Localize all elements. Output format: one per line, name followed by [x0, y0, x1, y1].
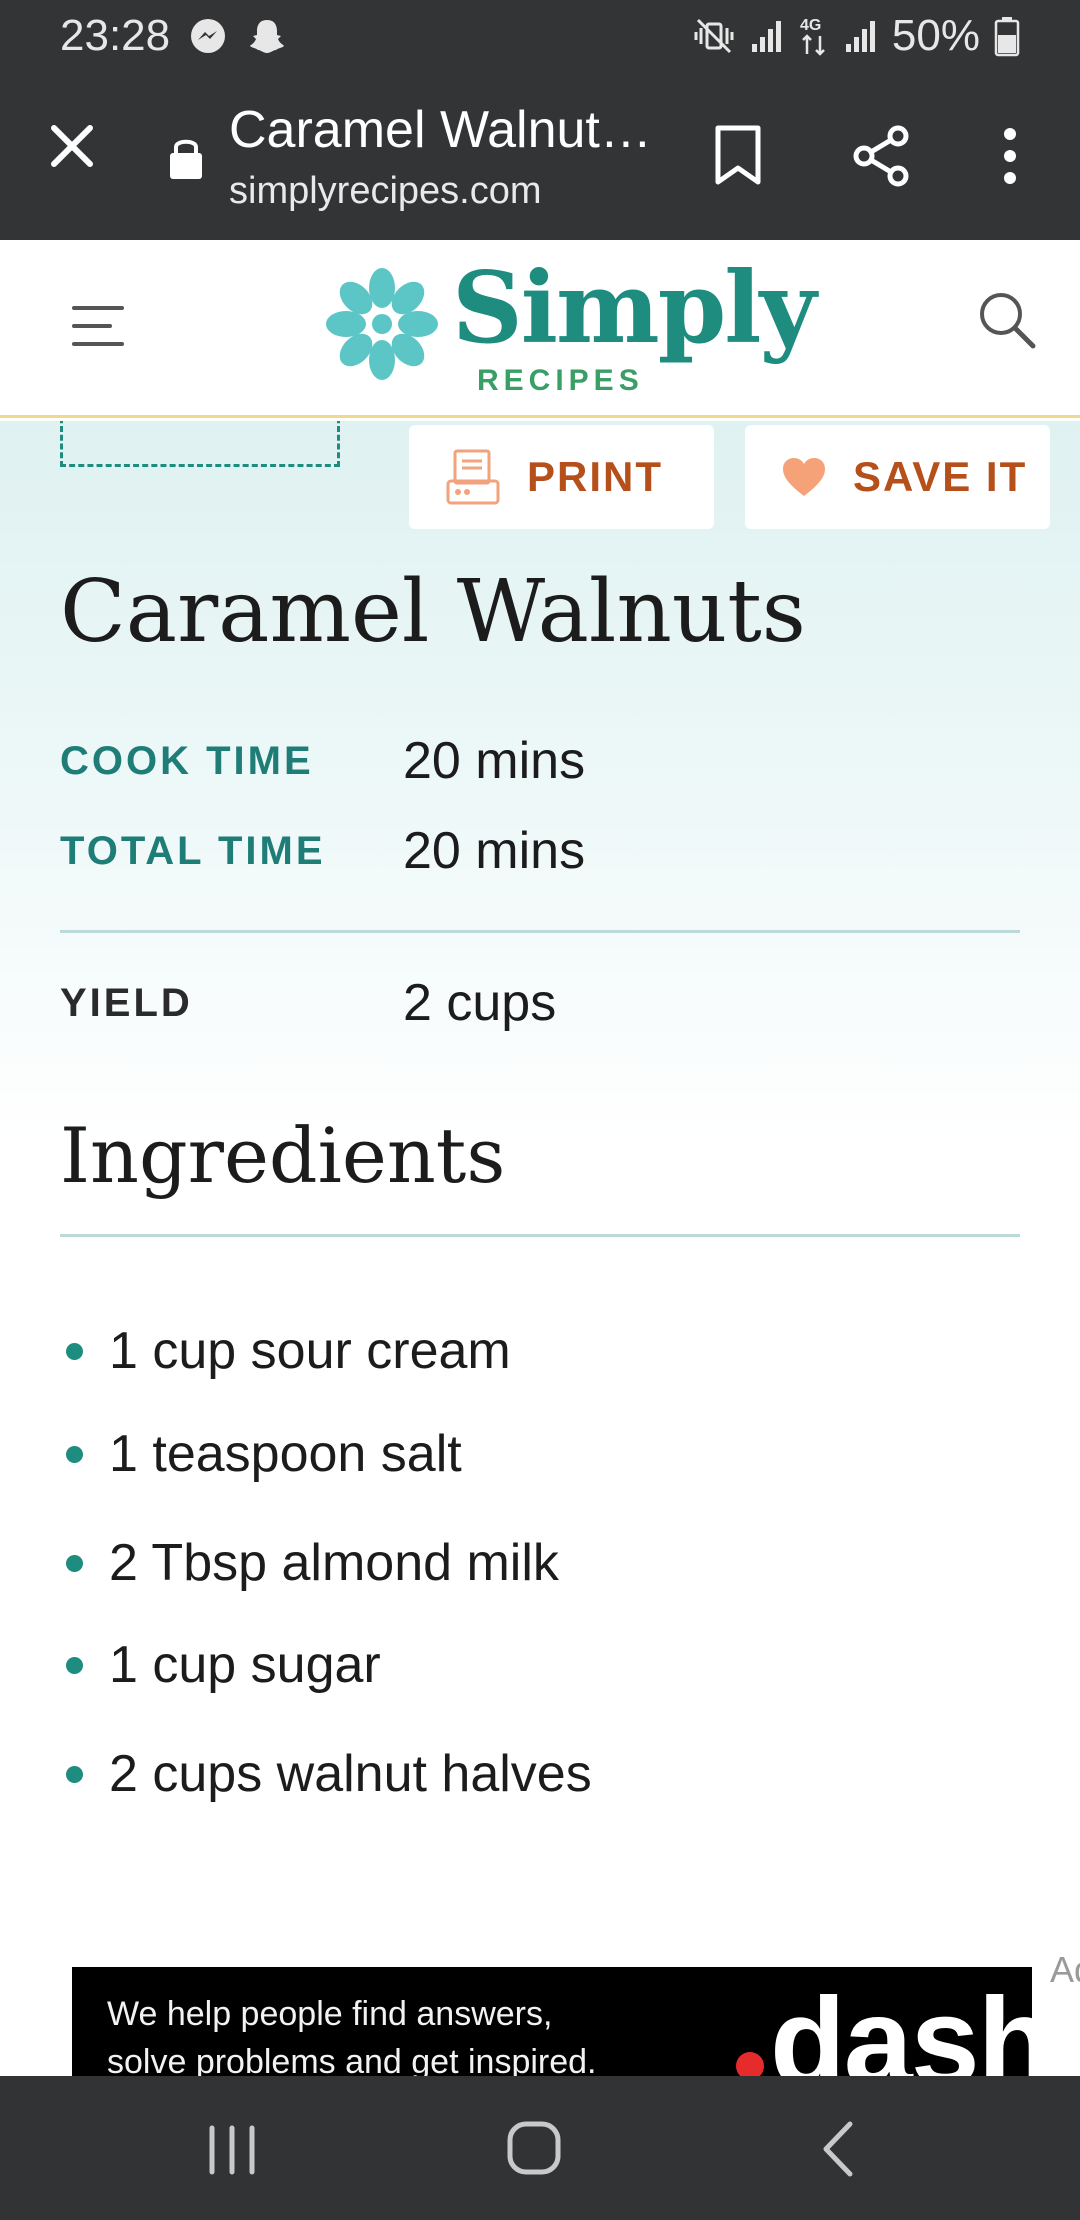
- ad-copy: We help people find answers, solve probl…: [107, 1991, 727, 2076]
- home-icon[interactable]: [506, 2120, 562, 2176]
- ad-brand-logo: dash: [736, 1971, 1032, 2076]
- cook-time-row: COOK TIME 20 mins: [60, 731, 585, 791]
- bookmark-icon[interactable]: [712, 124, 764, 188]
- ingredients-heading: Ingredients: [60, 1111, 506, 1200]
- jump-to-recipe-label: RECIPE: [111, 421, 288, 430]
- ingredient-text: 2 cups walnut halves: [109, 1745, 592, 1803]
- ad-label: Ad: [1050, 1949, 1080, 1990]
- ad-line-1: We help people find answers,: [107, 1995, 553, 2033]
- ingredient-item: 2 Tbsp almond milk: [60, 1533, 559, 1593]
- recipe-title: Caramel Walnuts: [60, 562, 806, 662]
- ingredient-item: 1 cup sugar: [60, 1635, 381, 1695]
- jump-to-recipe-button[interactable]: RECIPE: [60, 421, 340, 467]
- ingredient-item: 2 cups walnut halves: [60, 1744, 592, 1804]
- total-time-row: TOTAL TIME 20 mins: [60, 821, 585, 881]
- messenger-icon: [191, 19, 226, 53]
- ingredient-text: 1 cup sour cream: [109, 1322, 511, 1380]
- ad-brand-name: dash: [770, 1973, 1032, 2076]
- more-vert-icon[interactable]: [996, 124, 1024, 188]
- 4g-data-icon: 4G: [800, 17, 825, 56]
- logo-wordmark[interactable]: Simply: [452, 260, 816, 358]
- heart-icon: [783, 458, 825, 496]
- system-nav-bar: [0, 2076, 1080, 2220]
- bullet-icon: [66, 1656, 83, 1674]
- logo-subtitle[interactable]: RECIPES: [477, 364, 644, 398]
- recent-apps-icon[interactable]: [204, 2124, 260, 2176]
- bullet-icon: [66, 1342, 83, 1360]
- save-label: SAVE IT: [853, 453, 1028, 500]
- cook-time-value: 20 mins: [403, 732, 586, 790]
- lock-icon[interactable]: [168, 134, 204, 180]
- site-header: Simply RECIPES: [0, 240, 1080, 418]
- ingredient-item: 1 cup sour cream: [60, 1321, 511, 1381]
- ad-line-2: solve problems and get inspired.: [107, 2042, 597, 2076]
- ingredient-text: 1 cup sugar: [109, 1636, 381, 1694]
- page-url[interactable]: simplyrecipes.com: [229, 170, 542, 213]
- flower-logo-icon[interactable]: [322, 264, 442, 384]
- ad-banner[interactable]: We help people find answers, solve probl…: [72, 1967, 1032, 2076]
- yield-label: YIELD: [60, 980, 193, 1025]
- total-time-label: TOTAL TIME: [60, 828, 326, 873]
- cook-time-label: COOK TIME: [60, 738, 314, 783]
- share-icon[interactable]: [852, 124, 912, 188]
- close-icon[interactable]: [40, 114, 104, 178]
- battery-percent: 50%: [891, 11, 980, 60]
- status-bar: 23:28 4G 50%: [0, 0, 1080, 72]
- signal-icon: [751, 21, 781, 52]
- recipe-card: RECIPE PRINT SAVE IT Caramel Walnuts COO…: [0, 421, 1080, 2076]
- divider: [60, 930, 1020, 933]
- page-title[interactable]: Caramel Walnut…: [229, 100, 649, 160]
- printer-icon: [446, 449, 500, 505]
- svg-text:4G: 4G: [800, 17, 821, 34]
- snapchat-icon: [250, 20, 285, 53]
- ingredient-text: 1 teaspoon salt: [109, 1425, 462, 1483]
- back-icon[interactable]: [820, 2120, 856, 2178]
- print-button[interactable]: PRINT: [409, 425, 714, 529]
- save-button[interactable]: SAVE IT: [745, 425, 1050, 529]
- signal-icon: [845, 21, 875, 52]
- yield-value: 2 cups: [403, 974, 557, 1032]
- bullet-icon: [66, 1554, 83, 1572]
- brand-dot-icon: [736, 2052, 764, 2076]
- print-label: PRINT: [527, 453, 663, 500]
- battery-icon: [994, 17, 1020, 57]
- divider: [60, 1234, 1020, 1237]
- search-icon[interactable]: [975, 288, 1039, 352]
- bullet-icon: [66, 1445, 83, 1463]
- yield-row: YIELD 2 cups: [60, 973, 556, 1033]
- ingredient-item: 1 teaspoon salt: [60, 1424, 462, 1484]
- vibrate-mute-icon: [694, 18, 734, 54]
- total-time-value: 20 mins: [403, 822, 586, 880]
- status-time: 23:28: [60, 11, 171, 60]
- ingredient-text: 2 Tbsp almond milk: [109, 1534, 559, 1592]
- browser-toolbar: Caramel Walnut… simplyrecipes.com: [0, 72, 1080, 240]
- menu-icon[interactable]: [72, 306, 128, 350]
- bullet-icon: [66, 1765, 83, 1783]
